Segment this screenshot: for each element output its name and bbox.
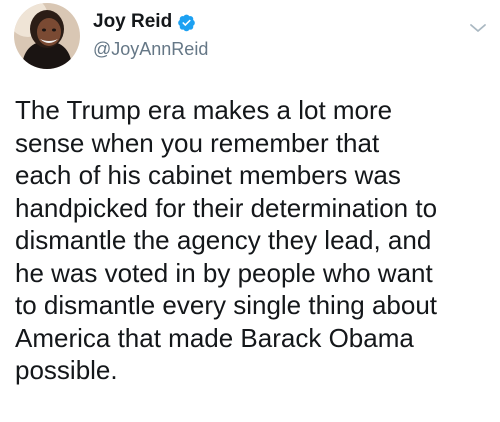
tweet-text-line: handpicked for their determination to — [15, 192, 438, 223]
tweet-text: The Trump era makes a lot more sense whe… — [15, 94, 493, 387]
tweet-card[interactable]: Joy Reid @JoyAnnReid The Trump era makes… — [0, 0, 500, 422]
tweet-text-line: each of his cabinet members was — [15, 160, 401, 190]
verified-badge-icon — [177, 13, 196, 32]
chevron-down-icon[interactable] — [468, 21, 488, 35]
tweet-text-line: sense when you remember that — [15, 127, 380, 158]
tweet-text-line: America that made Barack Obama — [15, 322, 414, 353]
tweet-text-line: possible. — [15, 355, 118, 385]
tweet-text-line: he was voted in by people who want — [15, 257, 433, 288]
author-display-name[interactable]: Joy Reid — [93, 10, 172, 34]
tweet-text-line: The Trump era makes a lot more — [15, 95, 393, 125]
author-handle[interactable]: @JoyAnnReid — [93, 37, 208, 61]
avatar[interactable] — [14, 3, 80, 69]
tweet-text-line: dismantle the agency they lead, and — [15, 225, 432, 255]
tweet-text-line: to dismantle every single thing about — [15, 290, 438, 320]
author-name-row[interactable]: Joy Reid — [93, 10, 196, 34]
profile-photo-icon — [14, 3, 80, 69]
